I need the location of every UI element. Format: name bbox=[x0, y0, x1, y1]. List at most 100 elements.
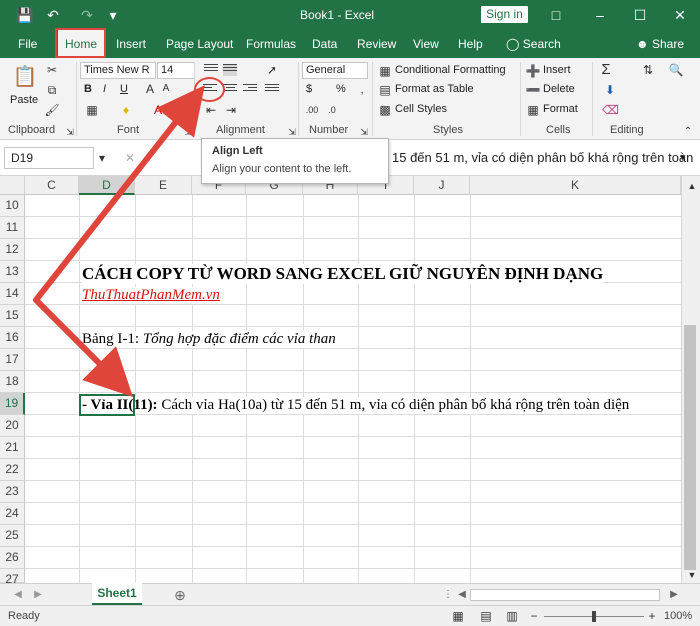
middle-align-icon[interactable] bbox=[223, 64, 237, 76]
borders-icon[interactable]: ▦ bbox=[84, 102, 100, 118]
tab-view[interactable]: View bbox=[409, 30, 443, 58]
page-layout-view-icon[interactable]: ▤ bbox=[478, 608, 494, 624]
cell-title-heading[interactable]: CÁCH COPY TỪ WORD SANG EXCEL GIỮ NGUYÊN … bbox=[82, 264, 604, 284]
row-header[interactable]: 12 bbox=[0, 239, 25, 261]
format-as-table-icon[interactable]: ▤ bbox=[377, 82, 393, 98]
scroll-down-icon[interactable]: ▼ bbox=[684, 567, 700, 583]
prev-sheet-icon[interactable]: ◀ bbox=[10, 587, 26, 603]
conditional-formatting-icon[interactable]: ▦ bbox=[377, 63, 393, 79]
row-header[interactable]: 15 bbox=[0, 305, 25, 327]
normal-view-icon[interactable]: ▦ bbox=[450, 608, 466, 624]
conditional-formatting-button[interactable]: Conditional Formatting bbox=[395, 64, 506, 76]
format-as-table-button[interactable]: Format as Table bbox=[395, 83, 474, 95]
maximize-button[interactable]: ☐ bbox=[630, 5, 650, 25]
hscroll-right-icon[interactable]: ▶ bbox=[666, 587, 682, 603]
zoom-out-icon[interactable]: − bbox=[526, 608, 542, 624]
collapse-ribbon-icon[interactable]: ⌃ bbox=[680, 124, 696, 140]
delete-cells-icon[interactable]: ➖ bbox=[525, 82, 541, 98]
column-header-d[interactable]: D bbox=[79, 176, 135, 195]
redo-icon[interactable]: ↷ bbox=[78, 6, 96, 24]
row-header[interactable]: 10 bbox=[0, 195, 25, 217]
zoom-in-icon[interactable]: + bbox=[644, 608, 660, 624]
row-header[interactable]: 14 bbox=[0, 283, 25, 305]
align-center-icon[interactable] bbox=[223, 84, 237, 96]
row-header-selected[interactable]: 19 bbox=[0, 393, 25, 415]
row-header[interactable]: 17 bbox=[0, 349, 25, 371]
ribbon-display-icon[interactable]: □ bbox=[546, 5, 566, 25]
tab-review[interactable]: Review bbox=[353, 30, 400, 58]
top-align-icon[interactable] bbox=[204, 64, 218, 76]
decrease-font-icon[interactable]: A bbox=[158, 81, 174, 97]
name-box[interactable]: D19 bbox=[4, 147, 94, 169]
close-button[interactable]: ✕ bbox=[670, 5, 690, 25]
comma-style-icon[interactable]: , bbox=[354, 81, 370, 97]
scroll-up-icon[interactable]: ▲ bbox=[684, 178, 700, 194]
clear-icon[interactable]: ⌫ bbox=[602, 102, 619, 118]
row-header[interactable]: 24 bbox=[0, 503, 25, 525]
undo-icon[interactable]: ↶ bbox=[44, 6, 62, 24]
decrease-decimal-icon[interactable]: .0 bbox=[324, 102, 340, 118]
format-painter-icon[interactable]: 🖌 bbox=[44, 102, 60, 118]
tab-insert[interactable]: Insert bbox=[112, 30, 150, 58]
cell-link-thuthuatphanmem[interactable]: ThuThuatPhanMem.vn bbox=[82, 287, 220, 304]
tab-help[interactable]: Help bbox=[454, 30, 487, 58]
row-header[interactable]: 27 bbox=[0, 569, 25, 586]
cancel-entry-icon[interactable]: ✕ bbox=[122, 150, 138, 166]
save-icon[interactable]: 💾 bbox=[16, 6, 34, 24]
align-right-icon[interactable] bbox=[243, 84, 257, 96]
decrease-indent-icon[interactable]: ⇤ bbox=[203, 102, 219, 118]
paste-icon[interactable]: 📋 bbox=[12, 64, 38, 90]
currency-button[interactable]: $ bbox=[306, 83, 312, 95]
underline-button[interactable]: U bbox=[120, 83, 128, 95]
insert-cells-icon[interactable]: ➕ bbox=[525, 63, 541, 79]
row-header[interactable]: 21 bbox=[0, 437, 25, 459]
fill-icon[interactable]: ⬇ bbox=[602, 82, 618, 98]
fill-color-icon[interactable]: ♦ bbox=[118, 102, 134, 118]
share-button[interactable]: ☻ Share bbox=[632, 30, 688, 58]
bold-button[interactable]: B bbox=[84, 83, 92, 95]
select-all-corner[interactable] bbox=[0, 176, 25, 195]
orientation-icon[interactable]: ➚ bbox=[264, 62, 280, 78]
zoom-slider-thumb[interactable] bbox=[592, 611, 596, 622]
number-format-combo[interactable]: General bbox=[302, 62, 368, 79]
font-name-combo[interactable]: Times New R bbox=[80, 62, 156, 79]
zoom-level[interactable]: 100% bbox=[664, 610, 692, 622]
minimize-button[interactable]: – bbox=[590, 5, 610, 25]
column-header-j[interactable]: J bbox=[414, 176, 470, 195]
sheet-tab-sheet1[interactable]: Sheet1 bbox=[92, 583, 142, 605]
increase-font-icon[interactable]: A bbox=[142, 81, 158, 97]
find-select-icon[interactable]: 🔍 bbox=[668, 62, 684, 78]
name-box-dropdown-icon[interactable]: ▾ bbox=[94, 150, 110, 166]
cell-styles-icon[interactable]: ▩ bbox=[377, 102, 393, 118]
column-header-c[interactable]: C bbox=[25, 176, 79, 195]
formula-content[interactable]: 15 đến 51 m, vỉa có diện phân bố khá rộn… bbox=[392, 150, 693, 165]
sign-in-button[interactable]: Sign in bbox=[481, 6, 528, 23]
row-header[interactable]: 25 bbox=[0, 525, 25, 547]
row-header[interactable]: 13 bbox=[0, 261, 25, 283]
cut-icon[interactable]: ✂ bbox=[44, 62, 60, 78]
next-sheet-icon[interactable]: ▶ bbox=[30, 587, 46, 603]
tell-me-search[interactable]: ◯ Search bbox=[502, 30, 565, 58]
paste-button[interactable]: Paste bbox=[10, 94, 38, 106]
customize-toolbar-icon[interactable]: ▾ bbox=[104, 6, 122, 24]
column-header-e[interactable]: E bbox=[135, 176, 192, 195]
sort-filter-icon[interactable]: ⇅ bbox=[640, 62, 656, 78]
format-cells-icon[interactable]: ▦ bbox=[525, 102, 541, 118]
row-header[interactable]: 18 bbox=[0, 371, 25, 393]
font-color-icon[interactable]: A bbox=[150, 102, 166, 118]
cell-table-caption[interactable]: Bảng I-1: Tổng hợp đặc điểm các vỉa than bbox=[82, 331, 336, 348]
row-header[interactable]: 22 bbox=[0, 459, 25, 481]
percent-button[interactable]: % bbox=[336, 83, 346, 95]
cell-d19-content[interactable]: - Vỉa II(11): Cách vỉa Ha(10a) từ 15 đến… bbox=[82, 397, 630, 414]
selected-cell-d19[interactable] bbox=[79, 394, 135, 416]
delete-button[interactable]: Delete bbox=[543, 83, 575, 95]
copy-icon[interactable]: ⧉ bbox=[44, 82, 60, 98]
hscroll-left-icon[interactable]: ◀ bbox=[454, 587, 470, 603]
merge-center-icon[interactable] bbox=[265, 84, 279, 96]
tab-page-layout[interactable]: Page Layout bbox=[162, 30, 237, 58]
new-sheet-icon[interactable]: ⊕ bbox=[172, 587, 188, 603]
tab-formulas[interactable]: Formulas bbox=[242, 30, 300, 58]
increase-decimal-icon[interactable]: .00 bbox=[304, 102, 320, 118]
italic-button[interactable]: I bbox=[103, 83, 106, 95]
increase-indent-icon[interactable]: ⇥ bbox=[223, 102, 239, 118]
